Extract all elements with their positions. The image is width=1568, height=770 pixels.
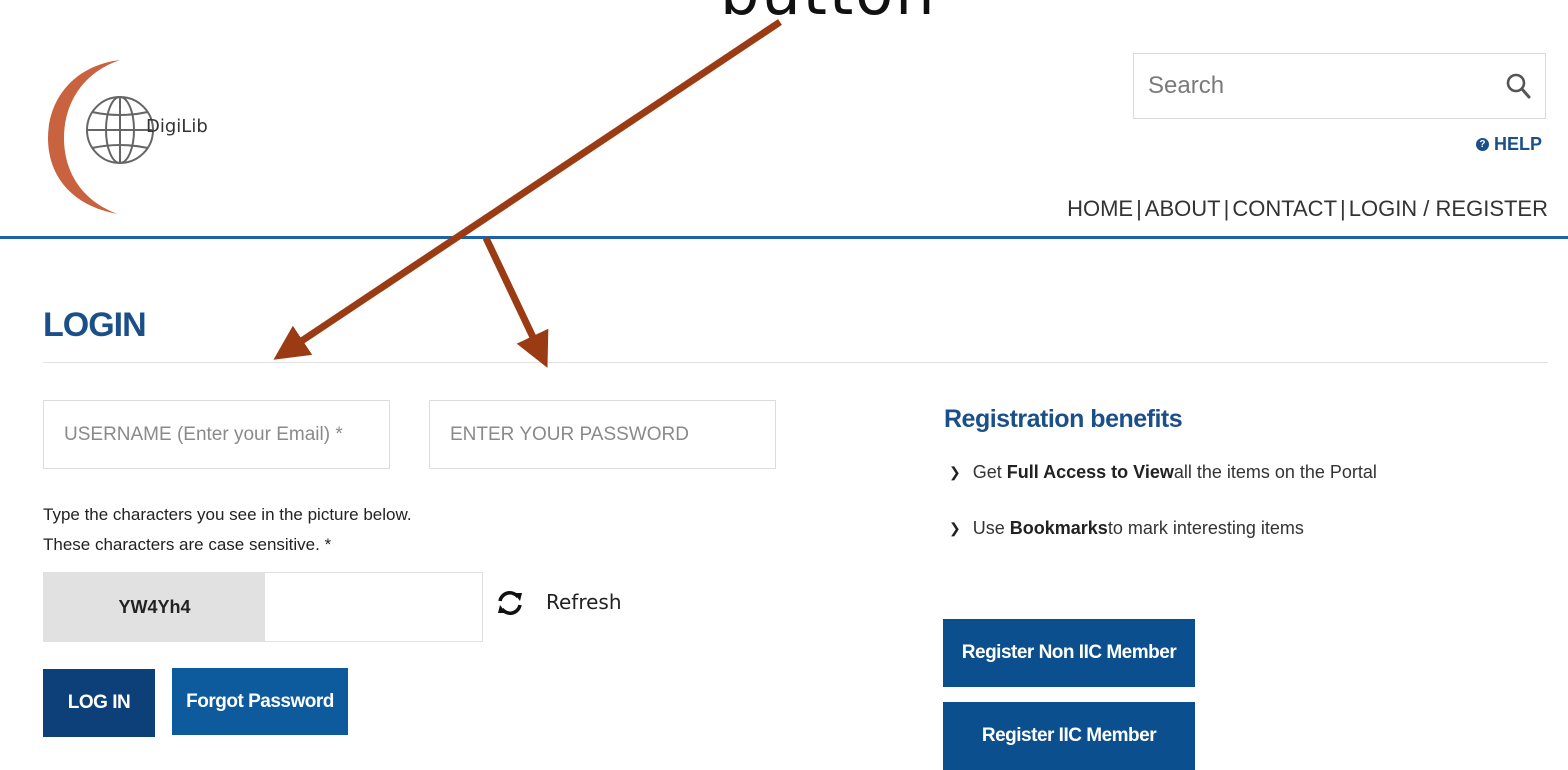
captcha-input[interactable] <box>265 573 482 641</box>
captcha-instruction-line1: Type the characters you see in the pictu… <box>43 505 412 524</box>
username-field[interactable] <box>43 400 390 469</box>
benefit-item: ❯ Use Bookmarks to mark interesting item… <box>949 518 1304 539</box>
benefit-bold: Full Access to View <box>1006 462 1174 482</box>
globe-icon <box>86 96 154 164</box>
question-circle-icon: ? <box>1475 138 1489 151</box>
nav-home[interactable]: HOME <box>1067 196 1133 222</box>
benefit-prefix: Get <box>972 462 1002 482</box>
help-link[interactable]: ? HELP <box>1475 134 1542 155</box>
password-field[interactable] <box>429 400 776 469</box>
benefit-item: ❯ Get Full Access to View all the items … <box>949 462 1377 483</box>
registration-title: Registration benefits <box>944 405 1183 433</box>
login-button[interactable]: LOG IN <box>43 669 155 737</box>
nav-login-register[interactable]: LOGIN / REGISTER <box>1349 196 1548 222</box>
nav-separator: | <box>1340 196 1346 221</box>
help-label: HELP <box>1493 134 1542 154</box>
nav-about[interactable]: ABOUT <box>1145 196 1221 222</box>
captcha-instruction-line2: These characters are case sensitive. * <box>43 535 332 554</box>
page-title: LOGIN <box>43 306 147 344</box>
annotation-top-text: button <box>720 0 937 29</box>
refresh-link[interactable]: Refresh <box>546 590 622 614</box>
benefit-suffix: to mark interesting items <box>1107 518 1304 538</box>
register-iic-member-button[interactable]: Register IIC Member <box>943 702 1195 770</box>
annotation-arrow <box>482 236 549 368</box>
title-divider <box>43 362 1548 363</box>
forgot-password-button[interactable]: Forgot Password <box>172 668 348 735</box>
captcha-group: YW4Yh4 <box>43 572 483 642</box>
nav-separator: | <box>1223 196 1230 221</box>
search-icon[interactable] <box>1505 72 1531 100</box>
logo-text: DigiLib <box>146 116 208 137</box>
header-divider <box>0 236 1568 239</box>
chevron-right-icon: ❯ <box>949 520 961 536</box>
annotation-arrow <box>273 19 782 360</box>
search-input[interactable] <box>1134 54 1474 118</box>
digilib-logo[interactable] <box>42 56 242 216</box>
captcha-instructions: Type the characters you see in the pictu… <box>43 500 412 560</box>
register-non-iic-member-button[interactable]: Register Non IIC Member <box>943 619 1195 687</box>
captcha-image: YW4Yh4 <box>44 573 265 641</box>
benefit-bold: Bookmarks <box>1009 518 1108 538</box>
search-box <box>1133 53 1546 119</box>
benefit-prefix: Use <box>972 518 1005 538</box>
nav-contact[interactable]: CONTACT <box>1232 196 1337 222</box>
nav-separator: | <box>1136 196 1142 221</box>
benefit-suffix: all the items on the Portal <box>1173 462 1377 482</box>
top-navigation: HOME | ABOUT | CONTACT | LOGIN / REGISTE… <box>1067 196 1548 222</box>
refresh-icon[interactable] <box>495 588 525 618</box>
chevron-right-icon: ❯ <box>949 464 961 480</box>
